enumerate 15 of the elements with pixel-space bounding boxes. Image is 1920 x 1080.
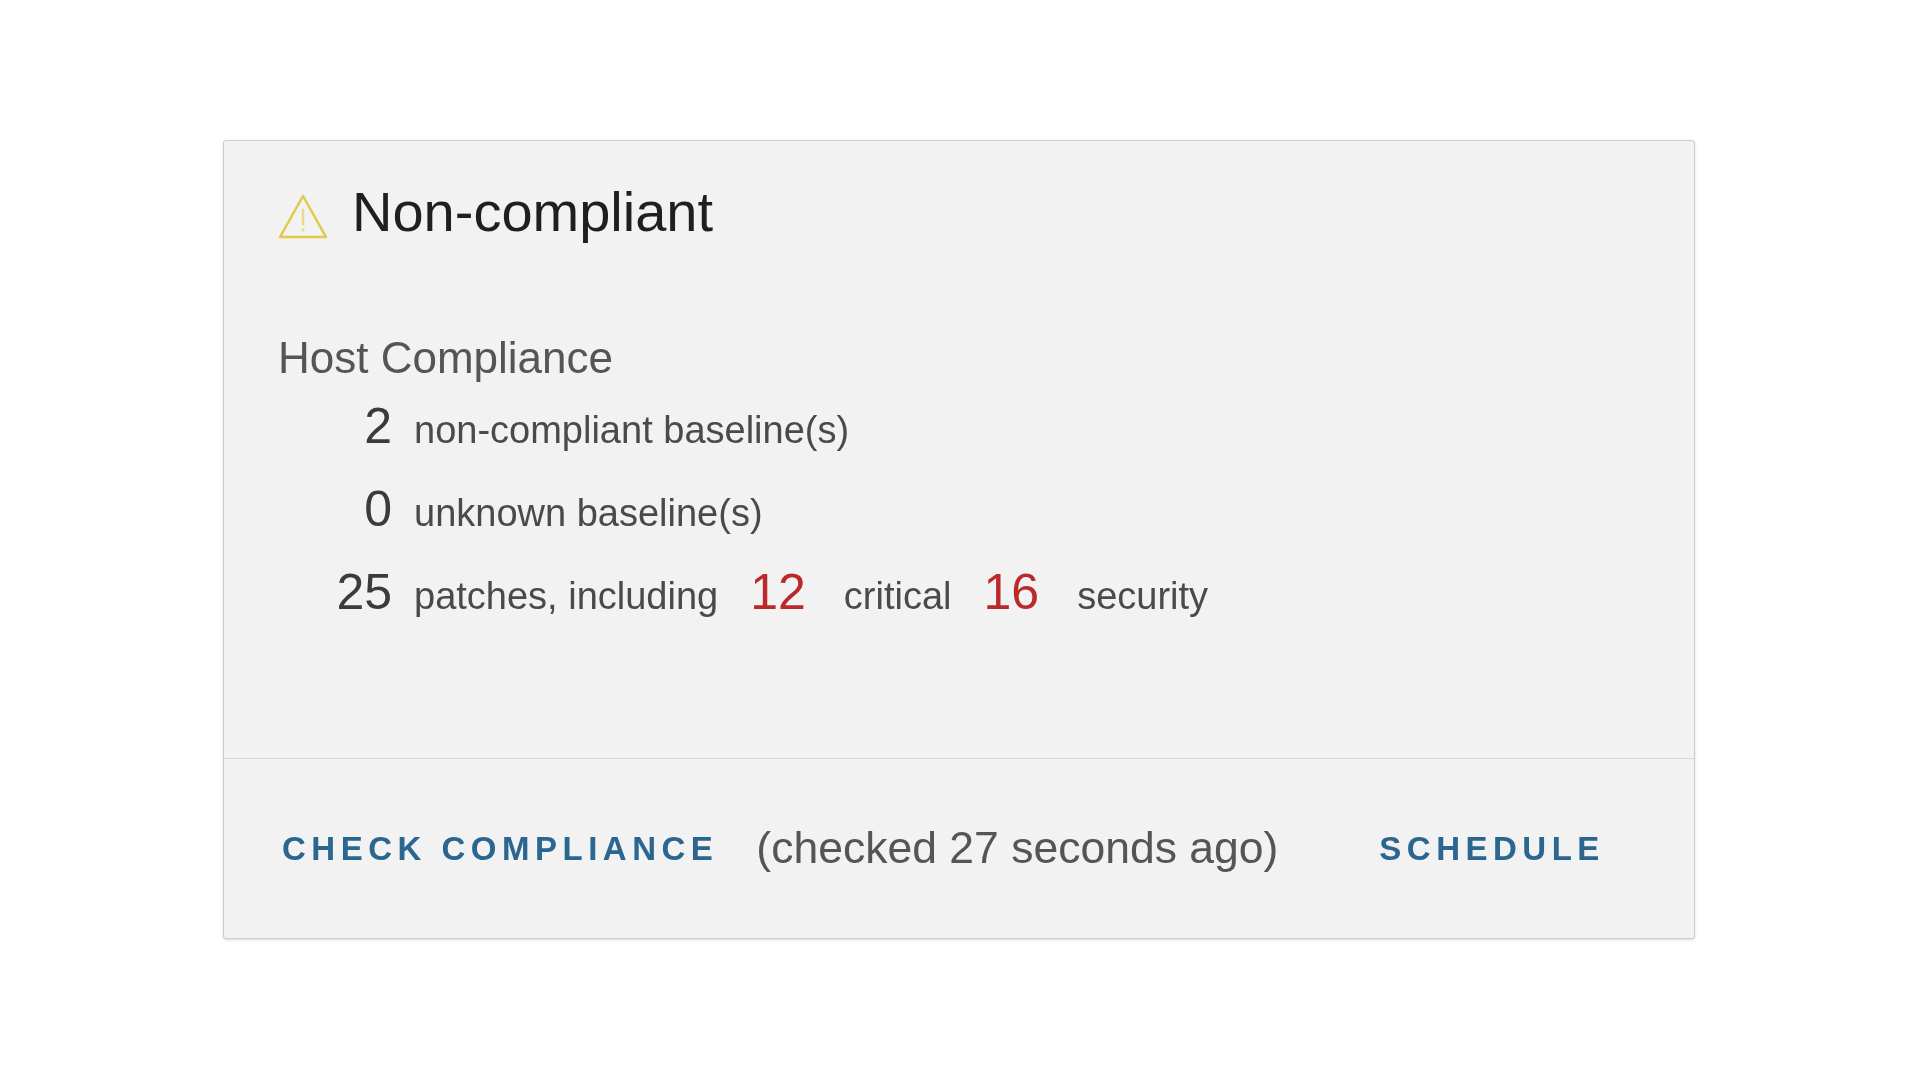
alert-count: 12: [750, 567, 806, 617]
section-heading: Host Compliance: [278, 336, 614, 380]
check-compliance-button[interactable]: CHECK COMPLIANCE: [270, 824, 731, 873]
row-label: non-compliant baseline(s): [414, 411, 850, 449]
row-label: patches, including: [414, 577, 719, 615]
count-number: 25: [335, 567, 392, 617]
row-label: critical: [843, 577, 952, 615]
row-label: unknown baseline(s): [414, 494, 763, 532]
warning-icon: [278, 193, 328, 240]
schedule-button[interactable]: SCHEDULE: [1367, 824, 1617, 873]
count-number: 2: [363, 401, 392, 451]
last-checked-text: (checked 27 seconds ago): [756, 826, 1279, 871]
alert-count: 16: [983, 567, 1040, 617]
count-number: 0: [363, 484, 392, 534]
row-label: security: [1077, 577, 1209, 615]
